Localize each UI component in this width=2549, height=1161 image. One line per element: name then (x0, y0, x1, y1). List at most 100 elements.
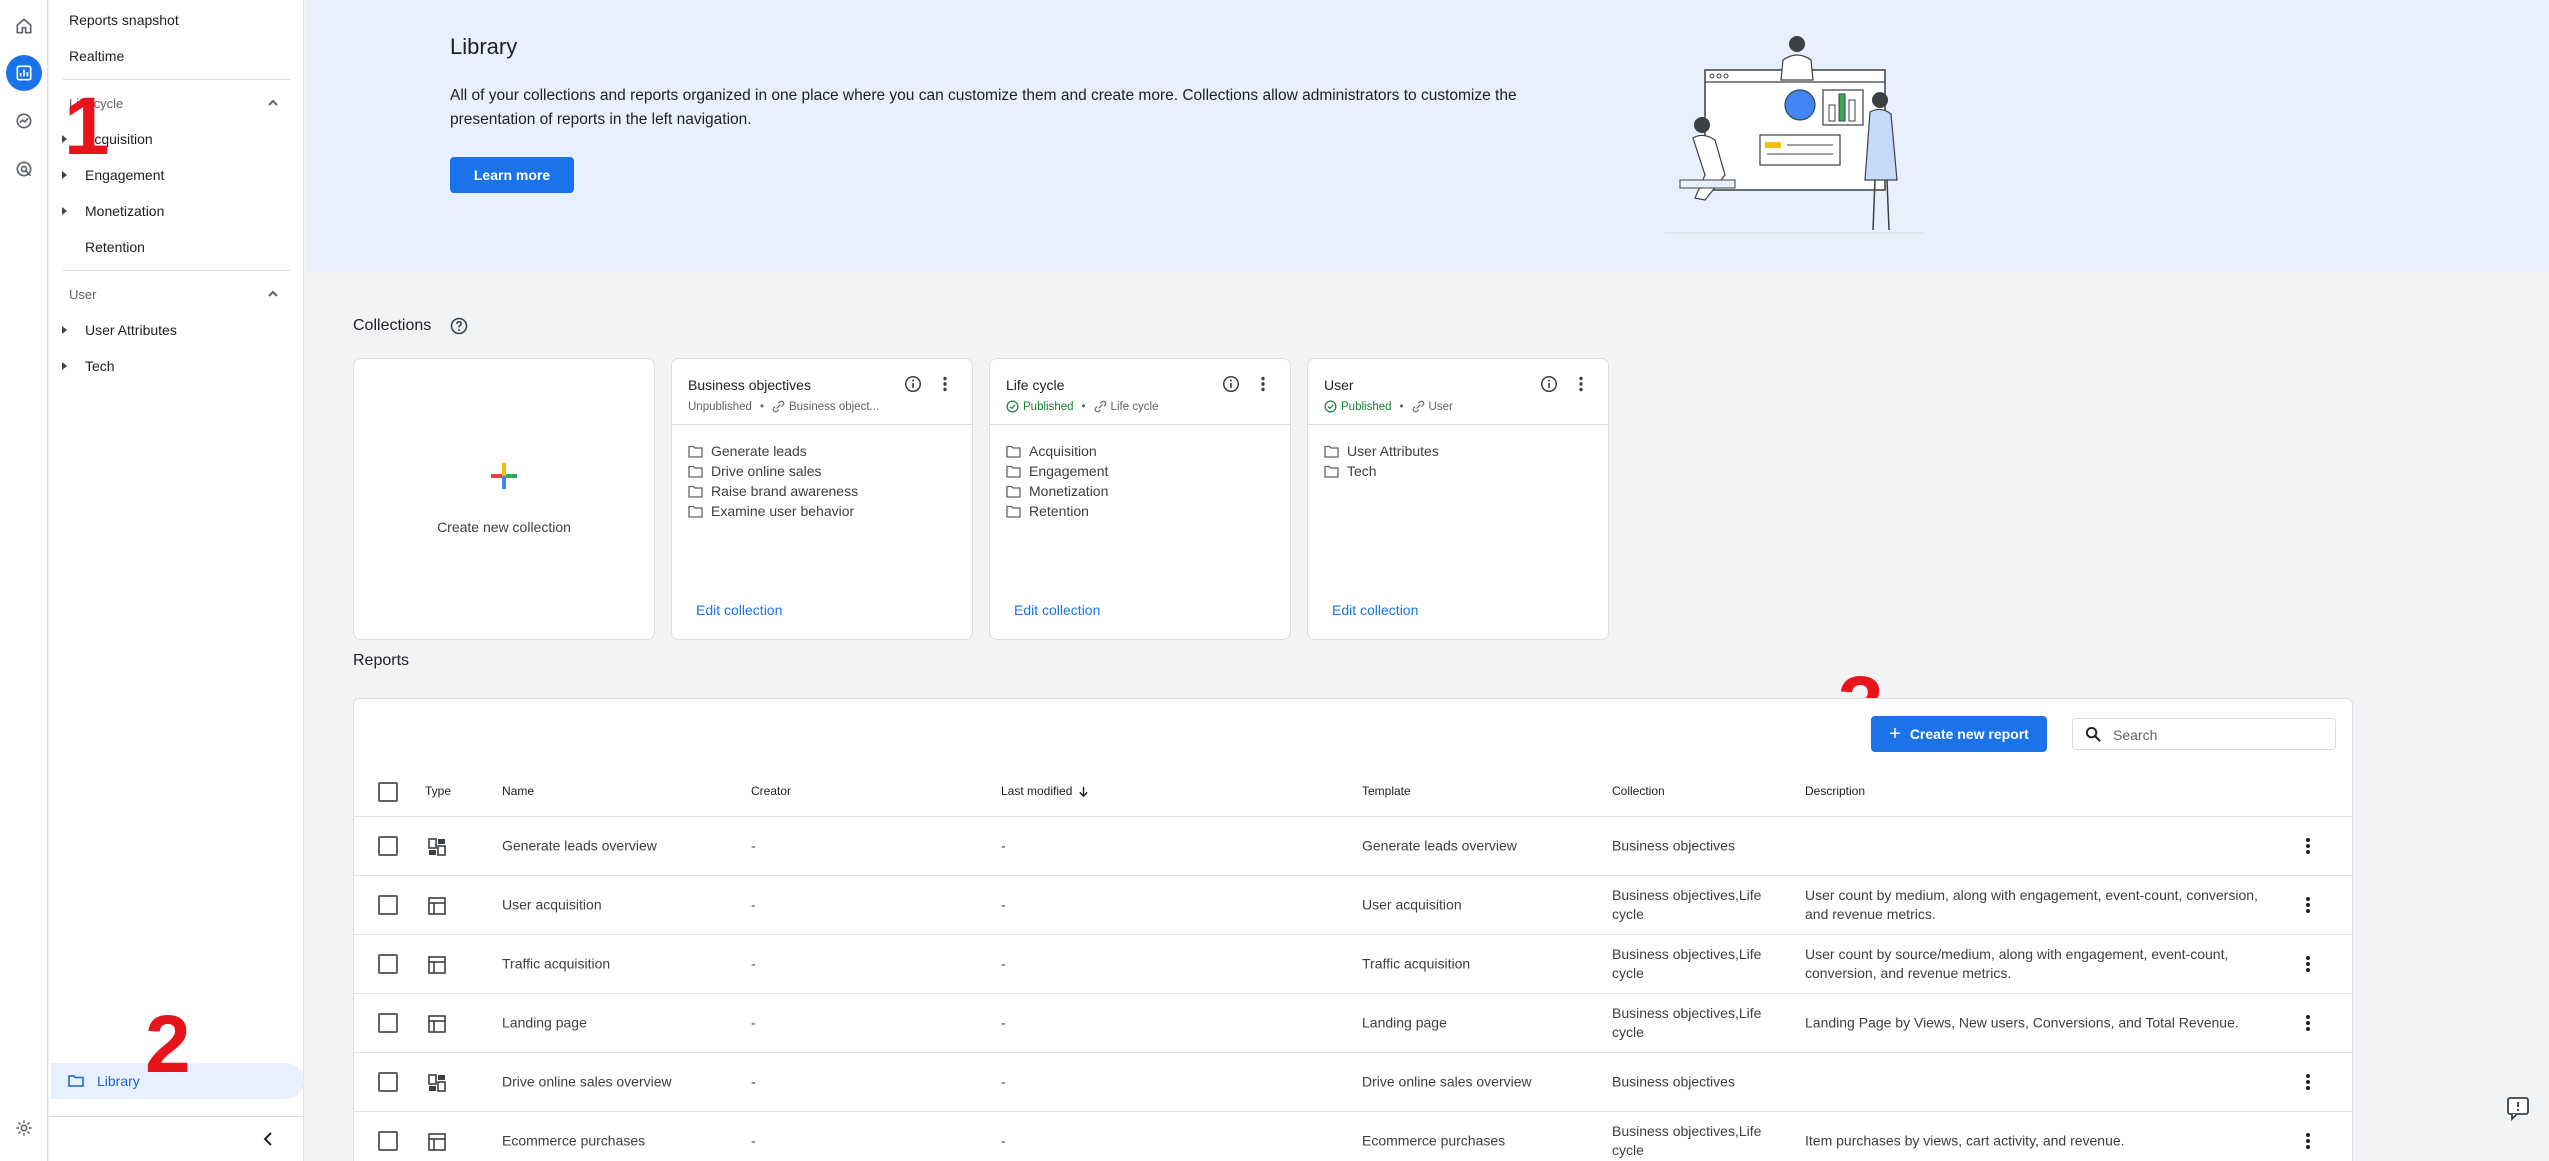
folder-icon (68, 1075, 84, 1087)
report-last-modified: - (1001, 1132, 1006, 1149)
create-new-report-button[interactable]: + Create new report (1871, 716, 2047, 752)
reports-icon[interactable] (6, 55, 42, 91)
report-creator: - (751, 896, 756, 913)
column-header-creator[interactable]: Creator (751, 784, 791, 798)
report-name[interactable]: User acquisition (502, 896, 602, 915)
more-vert-icon[interactable] (936, 375, 954, 393)
advertising-icon[interactable] (6, 151, 42, 187)
collection-card-life-cycle[interactable]: Life cycle Published • Life cycle Acquis… (989, 358, 1291, 640)
report-collection: Business objectives,Life cycle (1612, 1123, 1762, 1158)
report-search (2072, 718, 2336, 750)
edit-collection-link[interactable]: Edit collection (1332, 602, 1418, 618)
report-name[interactable]: Landing page (502, 1014, 587, 1033)
reports-heading: Reports (353, 652, 410, 669)
collection-card-user[interactable]: User Published • User User Attributes Te… (1307, 358, 1609, 640)
explore-icon[interactable] (6, 103, 42, 139)
more-vert-icon[interactable] (1254, 375, 1272, 393)
card-title: User (1324, 377, 1354, 393)
column-header-collection[interactable]: Collection (1612, 784, 1665, 798)
nav-section-label: User (69, 286, 97, 302)
create-new-collection-card[interactable]: Create new collection (353, 358, 655, 640)
card-status: Published • Life cycle (1006, 400, 1158, 413)
table-row[interactable]: User acquisition - - User acquisition Bu… (354, 875, 2352, 934)
library-illustration (1665, 36, 1925, 234)
table-row[interactable]: Drive online sales overview - - Drive on… (354, 1052, 2352, 1111)
sort-arrow-down-icon (1079, 786, 1089, 797)
collections-heading: Collections (353, 317, 432, 334)
info-icon[interactable] (904, 375, 922, 393)
more-vert-icon[interactable] (1572, 375, 1590, 393)
more-vert-icon[interactable] (2298, 1131, 2318, 1151)
reports-table: + Create new report Type Name Creator La… (353, 698, 2353, 1161)
learn-more-button[interactable]: Learn more (450, 157, 574, 193)
search-input[interactable] (2113, 724, 2323, 746)
row-checkbox[interactable] (378, 895, 398, 915)
report-name[interactable]: Generate leads overview (502, 837, 657, 856)
separator-dot: • (1399, 400, 1404, 413)
table-icon (428, 956, 446, 974)
table-row[interactable]: Traffic acquisition - - Traffic acquisit… (354, 934, 2352, 993)
folder-icon (688, 485, 703, 498)
feedback-icon[interactable] (2503, 1093, 2533, 1123)
nav-item-label: Library (97, 1073, 140, 1089)
report-template: Ecommerce purchases (1362, 1132, 1506, 1149)
info-icon[interactable] (1540, 375, 1558, 393)
nav-item-tech[interactable]: Tech (49, 349, 304, 383)
template-link-icon (772, 400, 785, 413)
nav-item-monetization[interactable]: Monetization (49, 194, 304, 228)
report-creator: - (751, 1132, 756, 1149)
report-last-modified: - (1001, 1014, 1006, 1031)
nav-item-reports-snapshot[interactable]: Reports snapshot (49, 3, 304, 37)
edit-collection-link[interactable]: Edit collection (1014, 602, 1100, 618)
more-vert-icon[interactable] (2298, 1013, 2318, 1033)
select-all-checkbox[interactable] (378, 782, 398, 802)
library-banner: Library All of your collections and repo… (305, 0, 2549, 272)
chevron-up-icon (268, 99, 278, 106)
report-creator: - (751, 955, 756, 972)
expand-arrow-icon (62, 326, 67, 334)
report-last-modified: - (1001, 896, 1006, 913)
column-header-template[interactable]: Template (1362, 784, 1411, 798)
column-header-name[interactable]: Name (502, 784, 534, 798)
table-row[interactable]: Generate leads overview - - Generate lea… (354, 816, 2352, 875)
home-icon[interactable] (6, 8, 42, 44)
card-list-item: User Attributes (1324, 441, 1439, 461)
nav-item-user-attributes[interactable]: User Attributes (49, 313, 304, 347)
help-icon[interactable] (450, 317, 468, 335)
row-checkbox[interactable] (378, 836, 398, 856)
card-item-list: User Attributes Tech (1324, 441, 1439, 481)
info-icon[interactable] (1222, 375, 1240, 393)
edit-collection-link[interactable]: Edit collection (696, 602, 782, 618)
nav-item-realtime[interactable]: Realtime (49, 39, 304, 73)
table-row[interactable]: Landing page - - Landing page Business o… (354, 993, 2352, 1052)
report-name[interactable]: Ecommerce purchases (502, 1132, 645, 1151)
report-description: User count by medium, along with engagem… (1805, 887, 2258, 922)
plus-icon (491, 463, 517, 489)
report-name[interactable]: Traffic acquisition (502, 955, 610, 974)
nav-section-user[interactable]: User (49, 277, 304, 311)
collection-card-business-objectives[interactable]: Business objectives Unpublished • Busine… (671, 358, 973, 640)
report-last-modified: - (1001, 837, 1006, 854)
report-name[interactable]: Drive online sales overview (502, 1073, 672, 1092)
more-vert-icon[interactable] (2298, 836, 2318, 856)
row-checkbox[interactable] (378, 954, 398, 974)
settings-icon[interactable] (6, 1110, 42, 1146)
card-list-item: Examine user behavior (688, 501, 858, 521)
more-vert-icon[interactable] (2298, 954, 2318, 974)
more-vert-icon[interactable] (2298, 1072, 2318, 1092)
table-row[interactable]: Ecommerce purchases - - Ecommerce purcha… (354, 1111, 2352, 1161)
row-checkbox[interactable] (378, 1072, 398, 1092)
more-vert-icon[interactable] (2298, 895, 2318, 915)
report-last-modified: - (1001, 1073, 1006, 1090)
separator-dot: • (1081, 400, 1086, 413)
collapse-nav-icon[interactable] (257, 1128, 279, 1150)
create-report-label: Create new report (1909, 726, 2029, 742)
column-header-last-modified[interactable]: Last modified (1001, 784, 1090, 798)
row-checkbox[interactable] (378, 1131, 398, 1151)
folder-icon (1006, 465, 1021, 478)
column-header-description[interactable]: Description (1805, 784, 1865, 798)
row-checkbox[interactable] (378, 1013, 398, 1033)
nav-item-retention[interactable]: Retention (49, 230, 304, 264)
card-item-list: Acquisition Engagement Monetization Rete… (1006, 441, 1108, 521)
icon-rail (0, 0, 48, 1161)
